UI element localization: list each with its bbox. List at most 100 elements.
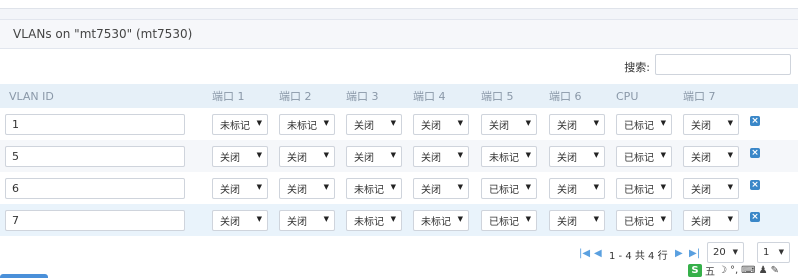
chevron-down-icon: ▼: [457, 150, 463, 159]
port-mode-select[interactable]: 未标记 ▼: [346, 177, 402, 199]
port-cell: 关闭 ▼: [472, 108, 540, 140]
pager-last[interactable]: ▶|: [689, 246, 700, 260]
user-icon[interactable]: ♟: [759, 265, 768, 276]
port-mode-select[interactable]: 关闭 ▼: [549, 209, 605, 231]
sogou-logo-icon[interactable]: S: [688, 264, 702, 277]
port-mode-select[interactable]: 关闭 ▼: [683, 145, 739, 167]
port-mode-select[interactable]: 未标记 ▼: [212, 113, 268, 135]
port-mode-select[interactable]: 关闭 ▼: [549, 145, 605, 167]
port-mode-select[interactable]: 未标记 ▼: [413, 209, 469, 231]
port-cell: 关闭 ▼: [674, 108, 742, 140]
last-page-icon[interactable]: ▶|: [689, 248, 700, 259]
port-mode-value: 关闭: [489, 120, 509, 132]
port-mode-select[interactable]: 关闭 ▼: [683, 113, 739, 135]
keyboard-icon[interactable]: ⌨: [741, 265, 755, 276]
port-mode-select[interactable]: 关闭 ▼: [279, 177, 335, 199]
page-number-select[interactable]: 1 ▼: [757, 242, 790, 263]
port-mode-select[interactable]: 关闭 ▼: [683, 209, 739, 231]
delete-icon[interactable]: ×: [750, 115, 760, 126]
chevron-down-icon: ▼: [660, 182, 666, 191]
vlan-id-input[interactable]: 1: [5, 113, 185, 135]
punctuation-icon[interactable]: °,: [730, 265, 738, 276]
page-size-select[interactable]: 20 ▼: [707, 242, 744, 263]
col-header-cpu: CPU: [616, 89, 639, 103]
chevron-down-icon: ▼: [660, 214, 666, 223]
port-mode-select[interactable]: 未标记 ▼: [481, 145, 537, 167]
port-mode-select[interactable]: 关闭 ▼: [279, 145, 335, 167]
port-mode-select[interactable]: 关闭 ▼: [212, 177, 268, 199]
vlan-id-input[interactable]: 5: [5, 145, 185, 167]
chevron-down-icon: ▼: [256, 182, 262, 191]
port-mode-select[interactable]: 已标记 ▼: [481, 209, 537, 231]
port-cell: 关闭 ▼: [404, 108, 472, 140]
port-mode-select[interactable]: 未标记 ▼: [279, 113, 335, 135]
chevron-down-icon: ▼: [593, 214, 599, 223]
port-mode-value: 未标记: [421, 216, 451, 228]
chevron-down-icon: ▼: [323, 118, 329, 127]
port-mode-select[interactable]: 关闭 ▼: [549, 113, 605, 135]
first-page-icon[interactable]: |◀: [579, 248, 590, 259]
vlan-table: VLAN ID 端口 1 端口 2 端口 3 端口 4 端口 5 端口 6 CP…: [0, 84, 798, 236]
port-mode-select[interactable]: 关闭 ▼: [683, 177, 739, 199]
actions-cell: ×: [742, 140, 798, 172]
port-mode-value: 关闭: [557, 152, 577, 164]
port-mode-select[interactable]: 关闭 ▼: [346, 113, 402, 135]
port-cell: 关闭 ▼: [337, 108, 404, 140]
port-cell: 关闭 ▼: [540, 172, 607, 204]
vlan-id-input[interactable]: 6: [5, 177, 185, 199]
search-input[interactable]: [655, 54, 791, 75]
port-mode-select[interactable]: 已标记 ▼: [481, 177, 537, 199]
chevron-down-icon: ▼: [525, 214, 531, 223]
col-header-port-3: 端口 3: [346, 90, 379, 103]
page-size-value: 20: [713, 247, 726, 258]
col-header-port-7: 端口 7: [683, 90, 716, 103]
port-cell: 关闭 ▼: [674, 140, 742, 172]
prev-page-icon[interactable]: ◀: [594, 248, 602, 259]
search-row: 搜索:: [0, 52, 798, 78]
port-mode-value: 关闭: [421, 184, 441, 196]
port-mode-value: 未标记: [354, 184, 384, 196]
port-mode-select[interactable]: 关闭 ▼: [549, 177, 605, 199]
port-mode-select[interactable]: 关闭 ▼: [413, 113, 469, 135]
delete-icon[interactable]: ×: [750, 147, 760, 158]
chevron-down-icon: ▼: [593, 182, 599, 191]
col-header-port-4: 端口 4: [413, 90, 446, 103]
delete-icon[interactable]: ×: [750, 179, 760, 190]
pager-next[interactable]: ▶: [675, 246, 683, 260]
port-mode-select[interactable]: 已标记 ▼: [616, 145, 672, 167]
port-mode-value: 未标记: [220, 120, 250, 132]
wrench-icon[interactable]: ✎: [771, 265, 779, 276]
port-mode-select[interactable]: 已标记 ▼: [616, 209, 672, 231]
port-cell: 未标记 ▼: [337, 204, 404, 236]
chevron-down-icon: ▼: [390, 150, 396, 159]
port-mode-value: 关闭: [421, 120, 441, 132]
port-mode-select[interactable]: 关闭 ▼: [212, 209, 268, 231]
port-mode-value: 关闭: [691, 152, 711, 164]
chevron-down-icon: ▼: [256, 150, 262, 159]
actions-cell: ×: [742, 172, 798, 204]
port-mode-select[interactable]: 关闭 ▼: [346, 145, 402, 167]
port-cell: 已标记 ▼: [607, 140, 674, 172]
delete-icon[interactable]: ×: [750, 211, 760, 222]
port-mode-value: 关闭: [287, 152, 307, 164]
vlan-id-input[interactable]: 7: [5, 209, 185, 231]
port-cell: 已标记 ▼: [607, 204, 674, 236]
port-mode-select[interactable]: 未标记 ▼: [346, 209, 402, 231]
port-mode-select[interactable]: 关闭 ▼: [413, 177, 469, 199]
port-cell: 已标记 ▼: [472, 172, 540, 204]
ime-mode-indicator[interactable]: 五: [705, 263, 715, 278]
port-mode-select[interactable]: 关闭 ▼: [481, 113, 537, 135]
pager-first[interactable]: |◀: [579, 246, 590, 260]
port-mode-select[interactable]: 已标记 ▼: [616, 113, 672, 135]
add-button-edge[interactable]: [0, 274, 48, 278]
port-mode-select[interactable]: 关闭 ▼: [212, 145, 268, 167]
port-mode-select[interactable]: 关闭 ▼: [279, 209, 335, 231]
next-page-icon[interactable]: ▶: [675, 248, 683, 259]
port-mode-select[interactable]: 已标记 ▼: [616, 177, 672, 199]
port-mode-select[interactable]: 关闭 ▼: [413, 145, 469, 167]
port-mode-value: 关闭: [354, 152, 374, 164]
pager-prev[interactable]: ◀: [594, 246, 602, 260]
chevron-down-icon: ▼: [323, 214, 329, 223]
chevron-down-icon: ▼: [593, 150, 599, 159]
moon-icon[interactable]: ☽: [718, 265, 727, 276]
